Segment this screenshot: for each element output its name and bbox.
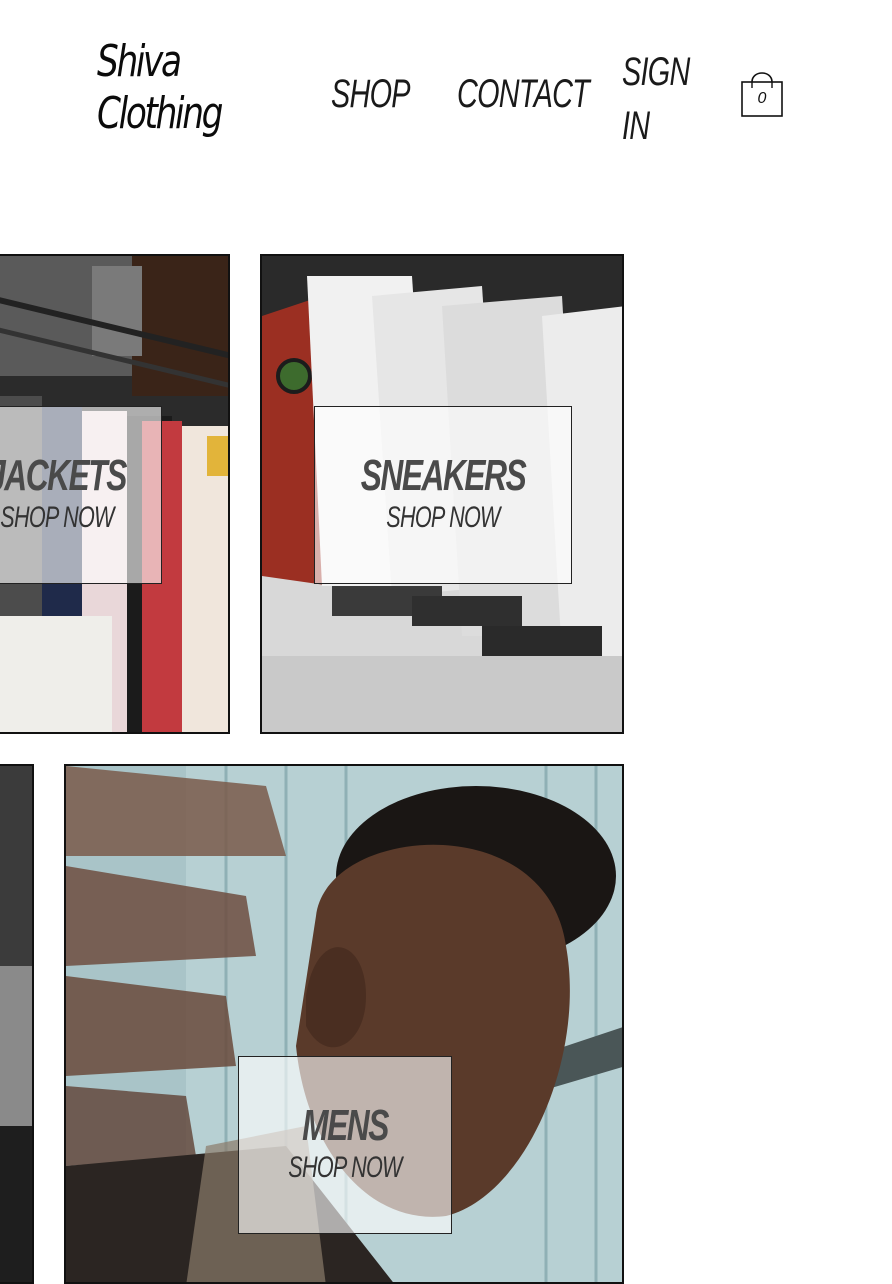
logo[interactable]: Shiva Clothing xyxy=(97,36,223,140)
category-card-jackets[interactable]: JACKETS SHOP NOW xyxy=(0,254,230,734)
category-card-partial[interactable] xyxy=(0,764,34,1284)
cart-button[interactable]: 0 xyxy=(740,68,784,120)
jackets-label[interactable]: JACKETS SHOP NOW xyxy=(0,406,162,584)
mens-label[interactable]: MENS SHOP NOW xyxy=(238,1056,452,1234)
shop-now-link[interactable]: SHOP NOW xyxy=(0,501,132,535)
category-title: SNEAKERS xyxy=(360,451,527,500)
category-title: JACKETS xyxy=(0,451,127,500)
nav-sign-in-link[interactable]: SIGN IN xyxy=(622,45,701,153)
shop-now-link[interactable]: SHOP NOW xyxy=(269,1151,422,1185)
sign-in-line-2: IN xyxy=(622,104,650,148)
nav-shop-link[interactable]: SHOP xyxy=(331,72,410,117)
sneakers-label[interactable]: SNEAKERS SHOP NOW xyxy=(314,406,572,584)
nav-contact-link[interactable]: CONTACT xyxy=(457,72,590,117)
logo-line-2: Clothing xyxy=(97,88,223,139)
shop-now-link[interactable]: SHOP NOW xyxy=(351,501,535,535)
cart-count: 0 xyxy=(757,90,767,107)
partial-card-photo xyxy=(0,766,32,1282)
logo-line-1: Shiva xyxy=(97,36,182,87)
category-card-mens[interactable]: MENS SHOP NOW xyxy=(64,764,624,1284)
category-card-sneakers[interactable]: SNEAKERS SHOP NOW xyxy=(260,254,624,734)
sign-in-line-1: SIGN xyxy=(622,50,690,94)
category-title: MENS xyxy=(302,1101,389,1150)
